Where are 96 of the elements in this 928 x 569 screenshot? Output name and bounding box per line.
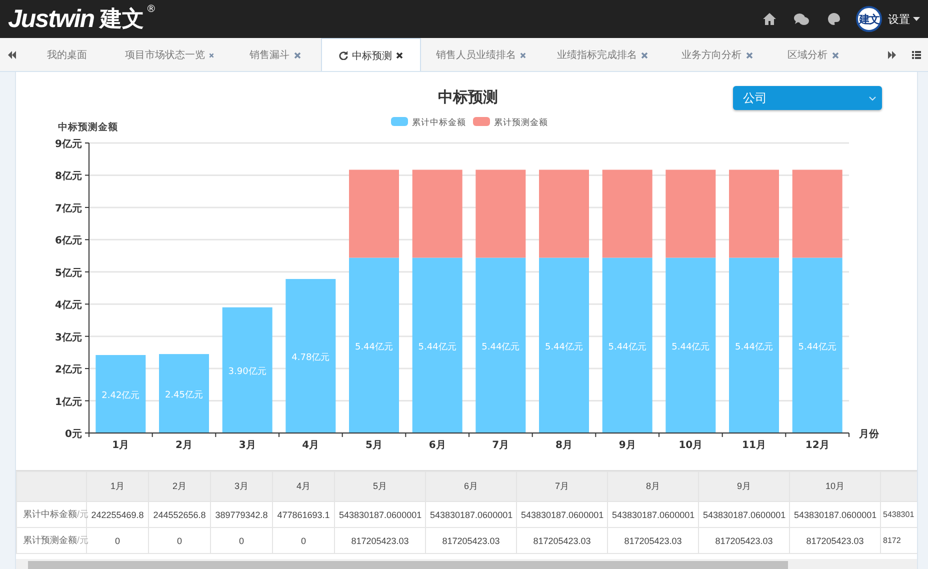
- caret-icon[interactable]: [913, 17, 920, 21]
- tick-label: 5亿元: [55, 268, 82, 279]
- value-label: 5.44亿元: [354, 342, 394, 352]
- value-label: 5.44亿元: [798, 342, 836, 352]
- category-label: 7月: [492, 440, 510, 451]
- column-header: 3月: [210, 472, 272, 502]
- table-cell: 0: [210, 528, 272, 554]
- tick-label: 8亿元: [55, 171, 82, 182]
- table-cell: 244552656.8: [148, 502, 210, 528]
- tick-label: 4亿元: [55, 300, 82, 312]
- table-cell: 543830187.0600001: [334, 502, 426, 528]
- table-cell: 0: [86, 528, 148, 554]
- category-label: 12月: [805, 440, 830, 451]
- menu-icon[interactable]: [912, 50, 920, 58]
- table-cell: 543830187.0600001: [790, 502, 880, 528]
- tab[interactable]: 业务方向分析: [664, 38, 770, 71]
- table-cell: 817205423.03: [790, 528, 880, 554]
- tab[interactable]: 我的桌面: [24, 38, 110, 71]
- table-cell: 543830187.0600001: [698, 502, 790, 528]
- category-label: 3月: [238, 440, 256, 451]
- legend-label: 累计预测金额: [494, 117, 548, 128]
- table-cell: 817205423.03: [334, 528, 426, 554]
- tab[interactable]: 中标预测: [321, 38, 421, 71]
- column-header: 7月: [516, 472, 608, 502]
- table-cell: 389779342.8: [210, 502, 272, 528]
- double-left-icon[interactable]: [8, 50, 16, 58]
- column-header: 4月: [272, 472, 334, 502]
- legend-item[interactable]: 累计预测金额: [473, 117, 548, 128]
- value-label: 2.45亿元: [164, 390, 204, 401]
- column-header: 9月: [698, 472, 790, 502]
- home-icon[interactable]: [763, 13, 776, 25]
- settings-menu[interactable]: 设置: [888, 12, 920, 26]
- value-label: 5.44亿元: [544, 342, 584, 352]
- table-cell: 0: [148, 528, 210, 554]
- value-label: 3.90亿元: [228, 367, 266, 378]
- close-icon[interactable]: [396, 52, 403, 59]
- palette-icon[interactable]: [827, 12, 841, 26]
- column-header: 6月: [426, 472, 516, 502]
- avatar[interactable]: 建文: [856, 6, 882, 32]
- column-header: 10月: [790, 472, 880, 502]
- category-label: 9月: [618, 440, 636, 451]
- table-cell: 817205423.03: [698, 528, 790, 554]
- column-header: 5月: [334, 472, 426, 502]
- category-label: 10月: [678, 440, 703, 451]
- category-label: 1月: [112, 440, 130, 451]
- table-cell: 0: [272, 528, 334, 554]
- tick-label: 6亿元: [55, 236, 82, 247]
- table-cell: 817205423.03: [516, 528, 608, 554]
- table-cell: 817205423.03: [426, 528, 516, 554]
- chat-icon[interactable]: [794, 12, 809, 26]
- legend-label: 累计中标金额: [412, 117, 466, 128]
- company-dropdown[interactable]: 公司: [733, 86, 882, 110]
- double-right-icon[interactable]: [888, 50, 896, 58]
- value-label: 5.44亿元: [672, 342, 710, 352]
- tick-label: 0元: [65, 429, 82, 440]
- table-cell: 543830187.0600001: [426, 502, 516, 528]
- column-header: 1月: [86, 472, 148, 502]
- tick-label: 1亿元: [55, 396, 82, 408]
- tick-label: 2亿元: [55, 364, 82, 376]
- logo-text: 建文: [100, 6, 144, 34]
- registered-mark: ®: [146, 4, 156, 15]
- table-cell: 242255469.8: [86, 502, 148, 528]
- value-label: 5.44亿元: [734, 342, 774, 352]
- table-cell: 543830187.0600001: [608, 502, 698, 528]
- value-label: 5.44亿元: [482, 342, 520, 352]
- column-header: 2月: [148, 472, 210, 502]
- table-cell: 543830187.0600001: [516, 502, 608, 528]
- tab[interactable]: 区域分析: [770, 38, 856, 71]
- refresh-icon[interactable]: [339, 51, 348, 60]
- axis-title: 月份: [859, 429, 879, 440]
- category-label: 2月: [176, 440, 192, 451]
- category-label: 11月: [742, 440, 766, 451]
- tick-label: 3亿元: [55, 332, 82, 344]
- category-label: 8月: [556, 440, 572, 451]
- tab[interactable]: 项目市场状态一览: [110, 38, 229, 71]
- category-label: 5月: [366, 440, 382, 451]
- table-cell: 477861693.1: [272, 502, 334, 528]
- row-header: 累计中标金额/元: [16, 502, 86, 528]
- value-label: 4.78亿元: [292, 353, 330, 363]
- tick-label: 7亿元: [55, 203, 82, 214]
- tick-label: 9亿元: [55, 139, 82, 150]
- axis-title: 中标预测金额: [58, 122, 118, 133]
- category-label: 6月: [428, 440, 446, 451]
- row-header: 累计预测金额/元: [16, 528, 86, 554]
- legend-item[interactable]: 累计中标金额: [391, 117, 466, 128]
- table-cell: 817205423.03: [608, 528, 698, 554]
- value-label: 5.44亿元: [608, 342, 646, 352]
- tab[interactable]: 销售漏斗: [229, 38, 321, 71]
- logo-text: Justwin: [8, 4, 94, 34]
- chart-title: 中标预测: [438, 88, 498, 106]
- column-header: 8月: [608, 472, 698, 502]
- value-label: 2.42亿元: [102, 391, 140, 401]
- tab[interactable]: 销售人员业绩排名: [421, 38, 541, 71]
- value-label: 5.44亿元: [418, 342, 456, 352]
- tab[interactable]: 业绩指标完成排名: [541, 38, 664, 71]
- category-label: 4月: [302, 440, 320, 451]
